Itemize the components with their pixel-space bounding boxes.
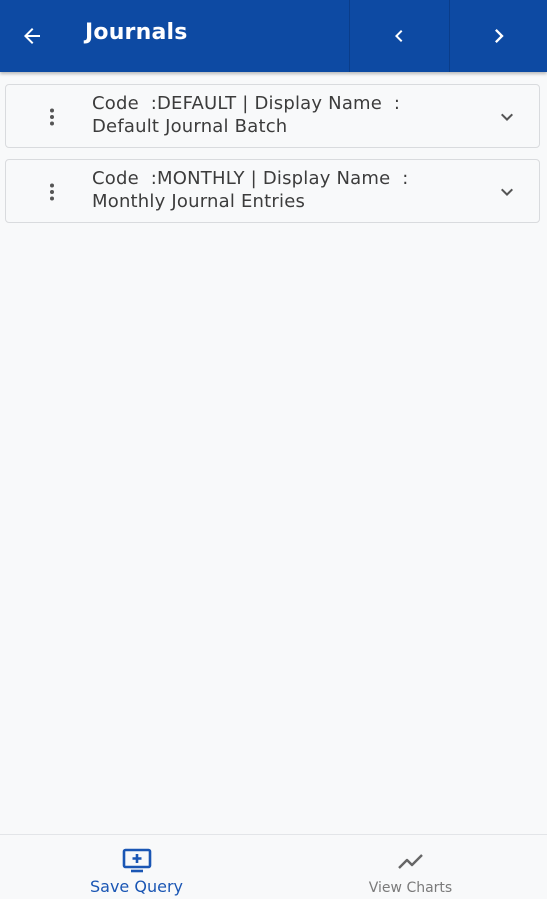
card-menu-button[interactable] — [38, 174, 66, 210]
journal-card-monthly[interactable]: Code :MONTHLY | Display Name : Monthly J… — [5, 159, 540, 223]
card-menu-button[interactable] — [38, 99, 66, 135]
code-value: DEFAULT — [157, 93, 237, 114]
journals-screen: Journals Code :DEFAULT | Display Name : — [0, 0, 547, 899]
save-query-label: Save Query — [90, 877, 183, 896]
more-vert-icon — [50, 183, 54, 201]
journal-card-default[interactable]: Code :DEFAULT | Display Name : Default J… — [5, 84, 540, 148]
code-label: Code — [92, 93, 139, 114]
view-charts-button[interactable]: View Charts — [274, 835, 547, 899]
chevron-down-icon — [501, 113, 513, 121]
add-to-screen-icon — [121, 847, 153, 875]
expand-button[interactable] — [495, 180, 519, 204]
bottom-navigation: Save Query View Charts — [0, 834, 547, 899]
chevron-down-icon — [501, 188, 513, 196]
chevron-right-icon — [495, 29, 504, 43]
journal-summary: Code :MONTHLY | Display Name : Monthly J… — [92, 168, 409, 212]
save-query-button[interactable]: Save Query — [0, 835, 273, 899]
previous-button[interactable] — [349, 0, 448, 72]
view-charts-label: View Charts — [368, 880, 453, 896]
display-name-value: Monthly Journal Entries — [92, 191, 306, 212]
display-name-value: Default Journal Batch — [92, 116, 288, 137]
arrow-left-icon — [24, 28, 40, 44]
display-name-label: Display Name — [262, 168, 391, 189]
journal-list: Code :DEFAULT | Display Name : Default J… — [5, 84, 540, 234]
more-vert-icon — [50, 108, 54, 126]
next-button[interactable] — [449, 0, 547, 72]
page-title: Journals — [85, 20, 188, 45]
journal-summary: Code :DEFAULT | Display Name : Default J… — [92, 93, 401, 137]
app-header: Journals — [0, 0, 547, 72]
code-value: MONTHLY — [157, 168, 245, 189]
code-label: Code — [92, 168, 139, 189]
trend-line-icon — [395, 847, 427, 875]
expand-button[interactable] — [495, 105, 519, 129]
chevron-left-icon — [395, 30, 403, 42]
display-name-label: Display Name — [254, 93, 383, 114]
back-button[interactable] — [12, 16, 52, 56]
